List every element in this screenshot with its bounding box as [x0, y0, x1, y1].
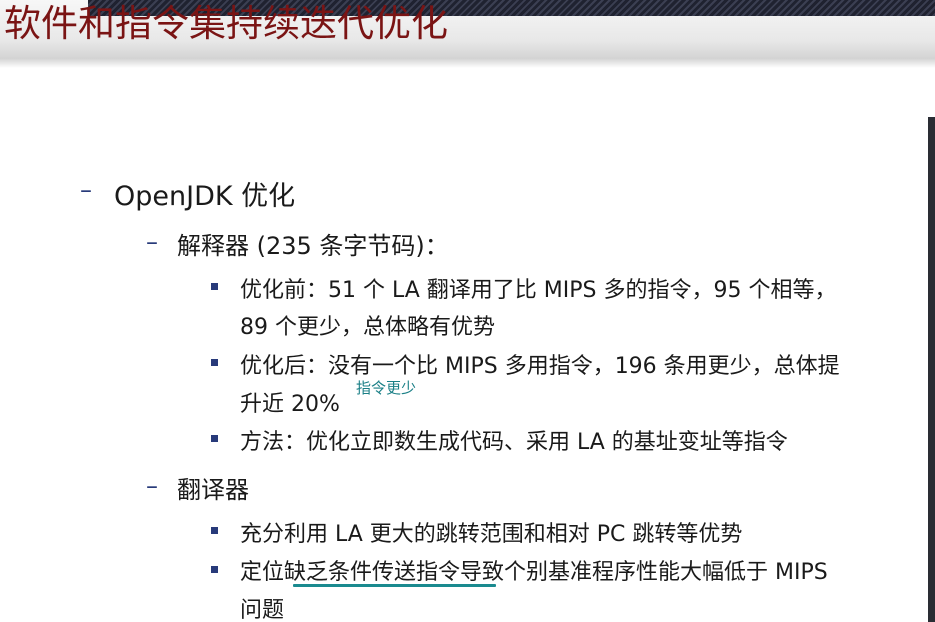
item-translator: 翻译器 [177, 476, 249, 504]
header-shadow [0, 58, 935, 68]
dash-bullet: – [146, 228, 158, 256]
item-interp-after-line1: 优化后：没有一个比 MIPS 多用指令，196 条用更少，总体提 [240, 354, 840, 379]
item-interpreter: 解释器 (235 条字节码)： [177, 232, 449, 260]
item-interp-before-line2: 89 个更少，总体略有优势 [240, 315, 495, 340]
item-trans-2-line2: 问题 [240, 598, 285, 622]
dash-bullet: – [146, 472, 158, 500]
square-bullet [211, 359, 218, 366]
window-edge-strip [928, 117, 935, 622]
item-interp-before-line1: 优化前：51 个 LA 翻译用了比 MIPS 多的指令，95 个相等， [240, 278, 837, 303]
annotation-underline [293, 584, 496, 587]
slide-title: 软件和指令集持续迭代优化 [4, 2, 448, 45]
item-openjdk: OpenJDK 优化 [114, 181, 296, 212]
square-bullet [211, 527, 218, 534]
square-bullet [211, 435, 218, 442]
handwritten-annotation: 指令更少 [356, 379, 417, 397]
trans-2-suffix: 导致个别基准程序性能大幅低于 MIPS [460, 560, 828, 585]
item-trans-1: 充分利用 LA 更大的跳转范围和相对 PC 跳转等优势 [240, 522, 743, 547]
square-bullet [211, 566, 218, 573]
item-trans-2-line1: 定位缺乏条件传送指令导致个别基准程序性能大幅低于 MIPS [240, 554, 828, 586]
item-interp-after-line2: 升近 20% [240, 392, 340, 417]
trans-2-prefix: 定位 [240, 560, 285, 585]
slide-header: 软件和指令集持续迭代优化 [0, 0, 935, 58]
trans-2-marked: 缺乏条件传送指令 [284, 560, 461, 585]
dash-bullet: – [80, 176, 92, 204]
square-bullet [211, 283, 218, 290]
item-interp-method: 方法：优化立即数生成代码、采用 LA 的基址变址等指令 [240, 430, 788, 455]
